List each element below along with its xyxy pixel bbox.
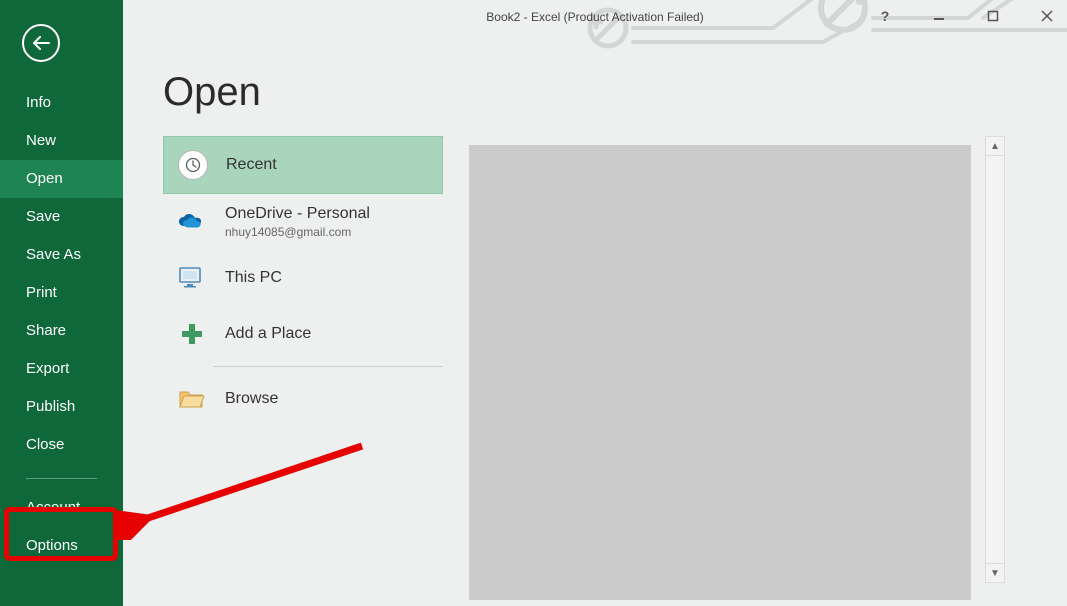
window-controls: ? [873,4,1059,28]
help-button[interactable]: ? [873,4,897,28]
minimize-button[interactable] [927,4,951,28]
open-sources-list: Recent OneDrive - Personal nhuy14085@gma… [163,136,443,427]
nav-save[interactable]: Save [0,198,123,236]
window-title: Book2 - Excel (Product Activation Failed… [486,10,703,24]
onedrive-icon [177,207,207,237]
recent-files-panel [469,145,971,600]
main-area: Book2 - Excel (Product Activation Failed… [123,0,1067,606]
title-bar: Book2 - Excel (Product Activation Failed… [123,0,1067,34]
nav-new[interactable]: New [0,122,123,160]
close-icon [1041,10,1053,22]
nav-publish[interactable]: Publish [0,388,123,426]
source-thispc-label: This PC [225,269,282,287]
thispc-icon [177,263,207,293]
scroll-up-button[interactable]: ▲ [986,137,1004,156]
source-recent-label: Recent [226,156,277,174]
recent-icon-wrap [178,150,208,180]
nav-print[interactable]: Print [0,274,123,312]
nav-info[interactable]: Info [0,84,123,122]
recent-icon [178,150,208,180]
back-arrow-icon [32,36,50,50]
nav-open[interactable]: Open [0,160,123,198]
scroll-down-button[interactable]: ▼ [986,563,1004,582]
nav-share[interactable]: Share [0,312,123,350]
source-browse-label: Browse [225,390,278,408]
source-divider [213,366,443,367]
back-button[interactable] [22,24,60,62]
page-title: Open [163,70,1067,115]
restore-icon [987,10,999,22]
nav-saveas[interactable]: Save As [0,236,123,274]
restore-button[interactable] [981,4,1005,28]
nav-account[interactable]: Account [0,489,123,527]
browse-icon [177,384,207,414]
nav-divider [26,478,97,479]
source-addplace[interactable]: Add a Place [163,306,443,362]
nav-options[interactable]: Options [0,527,123,565]
nav-close[interactable]: Close [0,426,123,464]
source-browse[interactable]: Browse [163,371,443,427]
nav-export[interactable]: Export [0,350,123,388]
addplace-icon [177,319,207,349]
minimize-icon [933,10,945,22]
backstage-view: Info New Open Save Save As Print Share E… [0,0,1067,606]
source-addplace-label: Add a Place [225,325,311,343]
source-thispc[interactable]: This PC [163,250,443,306]
close-button[interactable] [1035,4,1059,28]
nav-list: Info New Open Save Save As Print Share E… [0,84,123,565]
source-onedrive-label: OneDrive - Personal [225,205,370,223]
source-onedrive-sub: nhuy14085@gmail.com [225,225,370,239]
scrollbar[interactable]: ▲ ▼ [985,136,1005,583]
backstage-sidebar: Info New Open Save Save As Print Share E… [0,0,123,606]
source-recent[interactable]: Recent [163,136,443,194]
source-onedrive[interactable]: OneDrive - Personal nhuy14085@gmail.com [163,194,443,250]
